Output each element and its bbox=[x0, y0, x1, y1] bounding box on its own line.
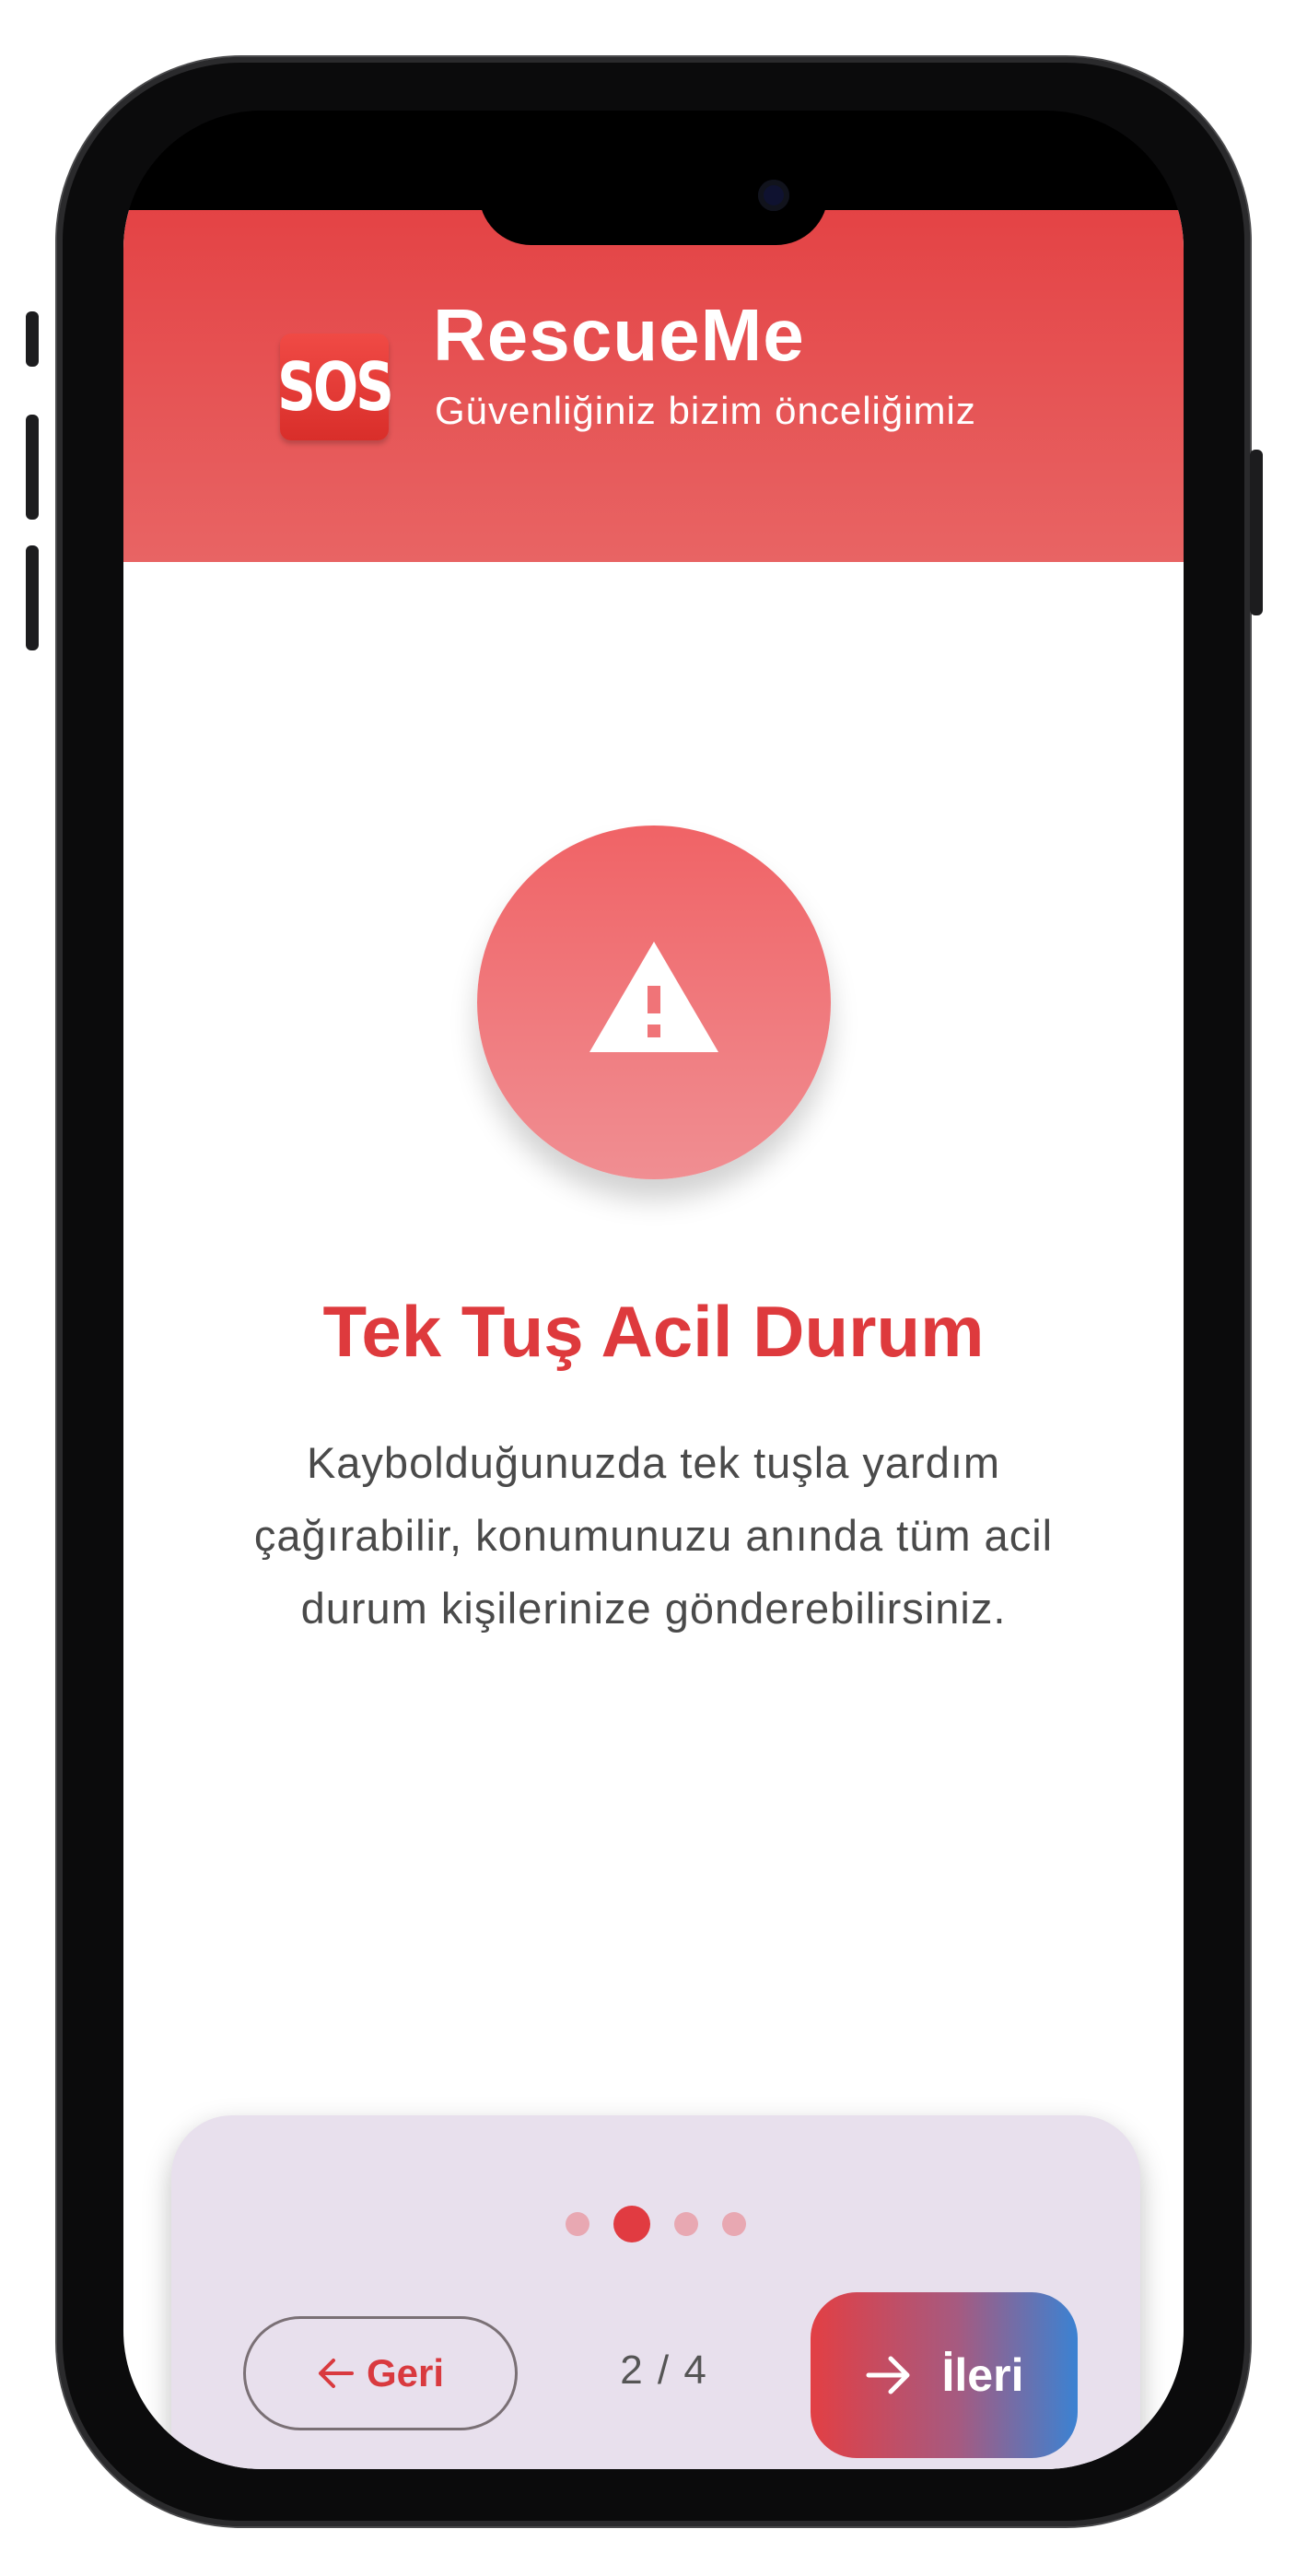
onboarding-nav-card: Geri 2 / 4 İleri bbox=[171, 2115, 1140, 2469]
back-button-label: Geri bbox=[366, 2351, 445, 2395]
volume-up-button bbox=[26, 415, 39, 520]
dynamic-island bbox=[479, 141, 828, 245]
warning-icon bbox=[589, 942, 718, 1052]
back-button[interactable]: Geri bbox=[243, 2316, 518, 2430]
page-dot-4[interactable] bbox=[722, 2212, 746, 2236]
app-title: RescueMe bbox=[433, 294, 805, 376]
page-dot-2-active[interactable] bbox=[613, 2206, 650, 2242]
next-button-label: İleri bbox=[941, 2349, 1024, 2401]
slide-title: Tek Tuş Acil Durum bbox=[322, 1291, 985, 1372]
page-indicator: 2 / 4 bbox=[620, 2348, 708, 2393]
app-header: SOS RescueMe Güvenliğiniz bizim önceliği… bbox=[123, 210, 1184, 562]
logo-text: SOS bbox=[277, 347, 394, 427]
slide-description: Kaybolduğunuzda tek tuşla yardım çağırab… bbox=[253, 1438, 1054, 1633]
arrow-left-icon bbox=[318, 2359, 354, 2388]
page-dots bbox=[171, 2206, 1140, 2242]
page-dot-1[interactable] bbox=[566, 2212, 589, 2236]
app-view: SOS RescueMe Güvenliğiniz bizim önceliği… bbox=[123, 210, 1184, 2469]
phone-screen: SOS RescueMe Güvenliğiniz bizim önceliği… bbox=[123, 111, 1184, 2469]
sos-logo-icon: SOS bbox=[277, 334, 394, 440]
next-button[interactable]: İleri bbox=[811, 2292, 1078, 2458]
volume-down-button bbox=[26, 545, 39, 650]
power-button bbox=[1250, 450, 1263, 615]
camera-icon bbox=[758, 180, 789, 211]
warning-icon-circle bbox=[477, 825, 831, 1179]
page-dot-3[interactable] bbox=[674, 2212, 698, 2236]
arrow-right-icon bbox=[866, 2356, 910, 2395]
action-button bbox=[26, 311, 39, 367]
app-tagline: Güvenliğiniz bizim önceliğimiz bbox=[435, 389, 976, 432]
